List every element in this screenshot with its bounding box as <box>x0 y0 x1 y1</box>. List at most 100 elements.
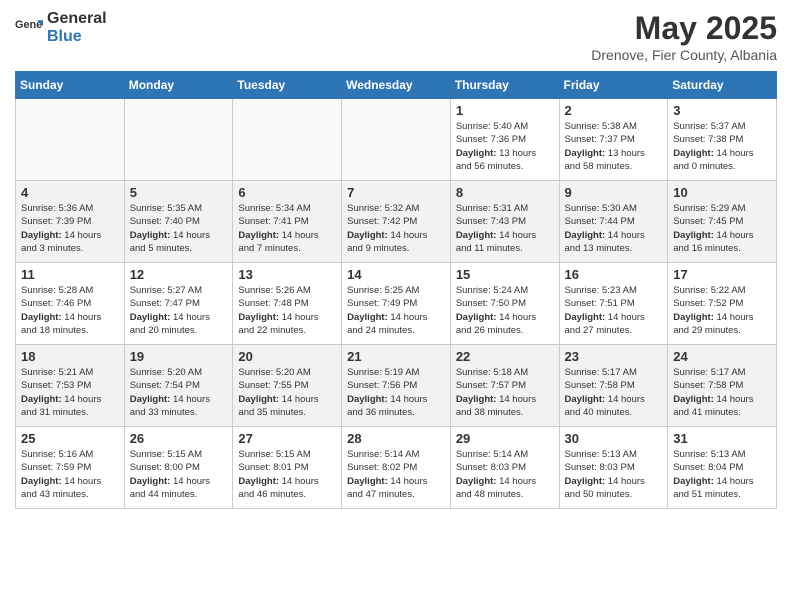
day-number: 12 <box>130 267 228 282</box>
day-info: Sunrise: 5:25 AMSunset: 7:49 PMDaylight:… <box>347 284 445 337</box>
day-number: 31 <box>673 431 771 446</box>
calendar-day-cell: 10 Sunrise: 5:29 AMSunset: 7:45 PMDayligh… <box>668 181 777 263</box>
day-number: 2 <box>565 103 663 118</box>
day-info: Sunrise: 5:40 AMSunset: 7:36 PMDaylight:… <box>456 120 554 173</box>
logo-icon: General <box>15 14 43 42</box>
calendar-day-cell: 31 Sunrise: 5:13 AMSunset: 8:04 PMDayligh… <box>668 427 777 509</box>
day-number: 11 <box>21 267 119 282</box>
day-number: 13 <box>238 267 336 282</box>
day-number: 9 <box>565 185 663 200</box>
calendar-day-cell: 25Sunrise: 5:16 AMSunset: 7:59 PMDayligh… <box>16 427 125 509</box>
day-number: 27 <box>238 431 336 446</box>
day-number: 24 <box>673 349 771 364</box>
day-info: Sunrise: 5:13 AMSunset: 8:03 PMDaylight:… <box>565 448 663 501</box>
title-section: May 2025 Drenove, Fier County, Albania <box>591 10 777 63</box>
day-number: 14 <box>347 267 445 282</box>
day-info: Sunrise: 5:15 AMSunset: 8:00 PMDaylight:… <box>130 448 228 501</box>
logo-blue-text: Blue <box>47 28 107 46</box>
day-number: 15 <box>456 267 554 282</box>
calendar-day-cell: 22Sunrise: 5:18 AMSunset: 7:57 PMDayligh… <box>450 345 559 427</box>
calendar-day-cell: 26 Sunrise: 5:15 AMSunset: 8:00 PMDayligh… <box>124 427 233 509</box>
day-number: 5 <box>130 185 228 200</box>
calendar-day-cell: 23 Sunrise: 5:17 AMSunset: 7:58 PMDayligh… <box>559 345 668 427</box>
day-info: Sunrise: 5:20 AMSunset: 7:54 PMDaylight:… <box>130 366 228 419</box>
day-number: 28 <box>347 431 445 446</box>
calendar-day-cell: 28 Sunrise: 5:14 AMSunset: 8:02 PMDayligh… <box>342 427 451 509</box>
day-info: Sunrise: 5:21 AMSunset: 7:53 PMDaylight:… <box>21 366 119 419</box>
day-info: Sunrise: 5:16 AMSunset: 7:59 PMDaylight:… <box>21 448 119 501</box>
day-number: 23 <box>565 349 663 364</box>
day-info: Sunrise: 5:20 AMSunset: 7:55 PMDaylight:… <box>238 366 336 419</box>
calendar-week-row: 25Sunrise: 5:16 AMSunset: 7:59 PMDayligh… <box>16 427 777 509</box>
page-header: General General Blue May 2025 Drenove, F… <box>15 10 777 63</box>
day-number: 22 <box>456 349 554 364</box>
calendar-day-cell: 4 Sunrise: 5:36 AMSunset: 7:39 PMDaylight… <box>16 181 125 263</box>
calendar-table: SundayMondayTuesdayWednesdayThursdayFrid… <box>15 71 777 509</box>
day-info: Sunrise: 5:34 AMSunset: 7:41 PMDaylight:… <box>238 202 336 255</box>
calendar-day-cell: 16 Sunrise: 5:23 AMSunset: 7:51 PMDayligh… <box>559 263 668 345</box>
day-number: 21 <box>347 349 445 364</box>
day-info: Sunrise: 5:31 AMSunset: 7:43 PMDaylight:… <box>456 202 554 255</box>
calendar-day-cell: 1 Sunrise: 5:40 AMSunset: 7:36 PMDaylight… <box>450 99 559 181</box>
calendar-day-cell <box>124 99 233 181</box>
calendar-day-cell: 13Sunrise: 5:26 AMSunset: 7:48 PMDayligh… <box>233 263 342 345</box>
day-info: Sunrise: 5:14 AMSunset: 8:02 PMDaylight:… <box>347 448 445 501</box>
weekday-header-cell: Sunday <box>16 72 125 99</box>
weekday-header-row: SundayMondayTuesdayWednesdayThursdayFrid… <box>16 72 777 99</box>
day-info: Sunrise: 5:29 AMSunset: 7:45 PMDaylight:… <box>673 202 771 255</box>
day-number: 7 <box>347 185 445 200</box>
day-info: Sunrise: 5:27 AMSunset: 7:47 PMDaylight:… <box>130 284 228 337</box>
day-number: 1 <box>456 103 554 118</box>
calendar-day-cell: 15 Sunrise: 5:24 AMSunset: 7:50 PMDayligh… <box>450 263 559 345</box>
calendar-week-row: 18 Sunrise: 5:21 AMSunset: 7:53 PMDayligh… <box>16 345 777 427</box>
weekday-header-cell: Wednesday <box>342 72 451 99</box>
calendar-day-cell: 7Sunrise: 5:32 AMSunset: 7:42 PMDaylight… <box>342 181 451 263</box>
weekday-header-cell: Saturday <box>668 72 777 99</box>
calendar-day-cell: 14 Sunrise: 5:25 AMSunset: 7:49 PMDayligh… <box>342 263 451 345</box>
day-number: 26 <box>130 431 228 446</box>
day-info: Sunrise: 5:15 AMSunset: 8:01 PMDaylight:… <box>238 448 336 501</box>
calendar-day-cell: 21 Sunrise: 5:19 AMSunset: 7:56 PMDayligh… <box>342 345 451 427</box>
calendar-day-cell: 8 Sunrise: 5:31 AMSunset: 7:43 PMDaylight… <box>450 181 559 263</box>
calendar-week-row: 4 Sunrise: 5:36 AMSunset: 7:39 PMDaylight… <box>16 181 777 263</box>
calendar-body: 1 Sunrise: 5:40 AMSunset: 7:36 PMDaylight… <box>16 99 777 509</box>
day-number: 19 <box>130 349 228 364</box>
day-info: Sunrise: 5:36 AMSunset: 7:39 PMDaylight:… <box>21 202 119 255</box>
calendar-day-cell: 29Sunrise: 5:14 AMSunset: 8:03 PMDayligh… <box>450 427 559 509</box>
day-number: 10 <box>673 185 771 200</box>
calendar-day-cell: 19 Sunrise: 5:20 AMSunset: 7:54 PMDayligh… <box>124 345 233 427</box>
calendar-day-cell: 27 Sunrise: 5:15 AMSunset: 8:01 PMDayligh… <box>233 427 342 509</box>
month-title: May 2025 <box>591 10 777 47</box>
calendar-day-cell <box>16 99 125 181</box>
calendar-day-cell: 2Sunrise: 5:38 AMSunset: 7:37 PMDaylight… <box>559 99 668 181</box>
location-subtitle: Drenove, Fier County, Albania <box>591 47 777 63</box>
day-info: Sunrise: 5:19 AMSunset: 7:56 PMDaylight:… <box>347 366 445 419</box>
calendar-day-cell <box>233 99 342 181</box>
calendar-day-cell: 24 Sunrise: 5:17 AMSunset: 7:58 PMDayligh… <box>668 345 777 427</box>
day-info: Sunrise: 5:13 AMSunset: 8:04 PMDaylight:… <box>673 448 771 501</box>
day-info: Sunrise: 5:23 AMSunset: 7:51 PMDaylight:… <box>565 284 663 337</box>
day-info: Sunrise: 5:17 AMSunset: 7:58 PMDaylight:… <box>673 366 771 419</box>
day-info: Sunrise: 5:37 AMSunset: 7:38 PMDaylight:… <box>673 120 771 173</box>
day-info: Sunrise: 5:17 AMSunset: 7:58 PMDaylight:… <box>565 366 663 419</box>
calendar-day-cell: 17Sunrise: 5:22 AMSunset: 7:52 PMDayligh… <box>668 263 777 345</box>
logo-general-text: General <box>47 10 107 28</box>
calendar-day-cell: 3Sunrise: 5:37 AMSunset: 7:38 PMDaylight… <box>668 99 777 181</box>
day-number: 18 <box>21 349 119 364</box>
day-info: Sunrise: 5:28 AMSunset: 7:46 PMDaylight:… <box>21 284 119 337</box>
calendar-day-cell: 5Sunrise: 5:35 AMSunset: 7:40 PMDaylight… <box>124 181 233 263</box>
day-number: 8 <box>456 185 554 200</box>
weekday-header-cell: Tuesday <box>233 72 342 99</box>
calendar-day-cell: 9 Sunrise: 5:30 AMSunset: 7:44 PMDaylight… <box>559 181 668 263</box>
day-info: Sunrise: 5:30 AMSunset: 7:44 PMDaylight:… <box>565 202 663 255</box>
calendar-day-cell: 6Sunrise: 5:34 AMSunset: 7:41 PMDaylight… <box>233 181 342 263</box>
day-info: Sunrise: 5:24 AMSunset: 7:50 PMDaylight:… <box>456 284 554 337</box>
day-number: 4 <box>21 185 119 200</box>
calendar-day-cell: 18 Sunrise: 5:21 AMSunset: 7:53 PMDayligh… <box>16 345 125 427</box>
calendar-day-cell: 20 Sunrise: 5:20 AMSunset: 7:55 PMDayligh… <box>233 345 342 427</box>
day-number: 16 <box>565 267 663 282</box>
day-number: 20 <box>238 349 336 364</box>
calendar-day-cell: 12 Sunrise: 5:27 AMSunset: 7:47 PMDayligh… <box>124 263 233 345</box>
weekday-header-cell: Friday <box>559 72 668 99</box>
weekday-header-cell: Thursday <box>450 72 559 99</box>
